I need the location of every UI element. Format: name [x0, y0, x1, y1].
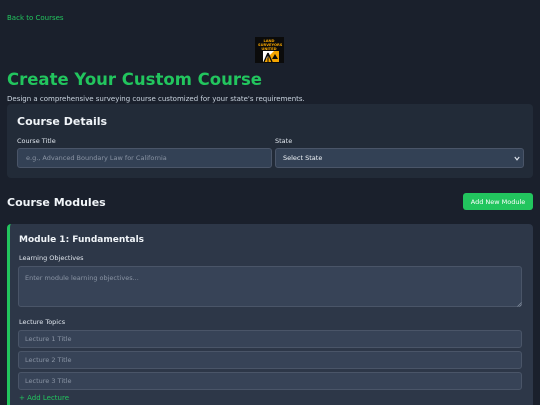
add-lecture-link[interactable]: + Add Lecture: [19, 394, 69, 402]
module-title: Module 1: Fundamentals: [19, 235, 145, 245]
survey-tripod-logo: [263, 51, 279, 63]
lecture-2-input[interactable]: [18, 351, 522, 369]
back-to-courses-link[interactable]: Back to Courses: [7, 14, 64, 22]
learning-objectives-label: Learning Objectives: [19, 254, 84, 262]
add-new-module-button[interactable]: Add New Module: [463, 193, 533, 210]
course-modules-heading: Course Modules: [7, 196, 106, 209]
state-label: State: [275, 137, 293, 145]
resize-grip-icon[interactable]: [517, 302, 522, 307]
state-select[interactable]: Select State: [275, 148, 524, 168]
page-subtitle: Design a comprehensive surveying course …: [7, 95, 305, 103]
module-card: Module 1: Fundamentals Learning Objectiv…: [7, 224, 533, 405]
page-title: Create Your Custom Course: [7, 70, 262, 89]
lecture-topics-label: Lecture Topics: [19, 318, 66, 326]
course-title-input[interactable]: [17, 148, 272, 168]
state-select-value: Select State: [283, 154, 323, 162]
lecture-3-input[interactable]: [18, 372, 522, 390]
learning-objectives-textarea[interactable]: [18, 266, 522, 307]
land-surveyors-united-logo: LAND SURVEYORS UNITED: [255, 37, 284, 63]
course-details-card: Course Details Course Title State Select…: [7, 104, 533, 178]
chevron-down-icon: [514, 156, 520, 161]
course-title-label: Course Title: [17, 137, 56, 145]
course-details-heading: Course Details: [17, 115, 108, 128]
lecture-1-input[interactable]: [18, 330, 522, 348]
